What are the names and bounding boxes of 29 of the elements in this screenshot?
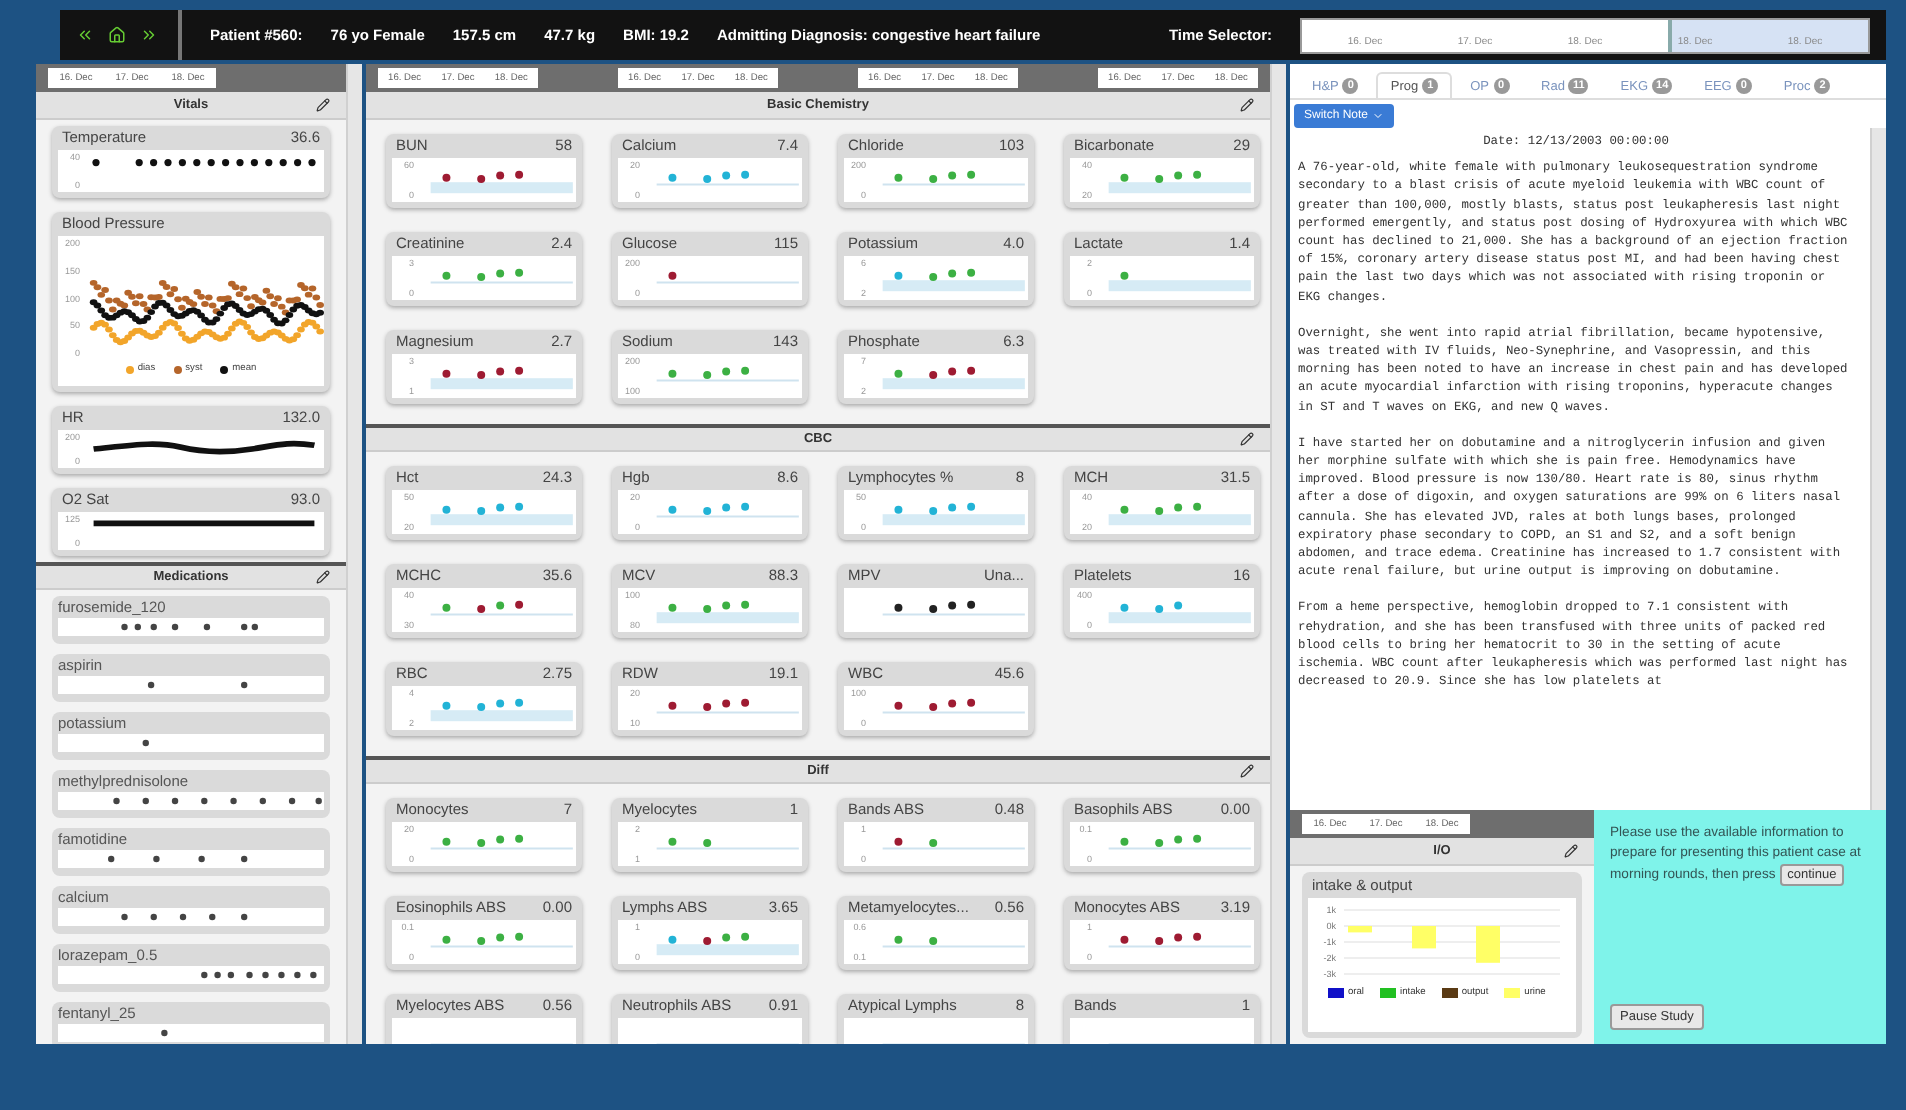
normal-range-band	[1108, 514, 1251, 526]
normal-range-band	[656, 944, 799, 956]
normal-range-band	[1108, 182, 1251, 194]
pencil-icon[interactable]	[1240, 764, 1254, 778]
normal-range-band	[656, 612, 799, 624]
normal-range-band	[1108, 612, 1251, 624]
bar	[1348, 926, 1372, 933]
normal-range-band	[430, 710, 573, 722]
double-chevron-left-icon	[76, 26, 94, 44]
pencil-icon[interactable]	[316, 570, 330, 584]
bar	[1476, 926, 1500, 963]
home-icon	[108, 26, 126, 44]
normal-range-band	[430, 182, 573, 194]
normal-range-band	[430, 378, 573, 390]
normal-range-band	[430, 514, 573, 526]
home-button[interactable]	[108, 26, 126, 44]
forward-button[interactable]	[140, 26, 158, 44]
normal-range-band	[882, 514, 1025, 526]
pencil-icon[interactable]	[1240, 98, 1254, 112]
back-button[interactable]	[76, 26, 94, 44]
caret-icon	[1372, 110, 1385, 122]
double-chevron-right-icon	[140, 26, 158, 44]
pencil-icon[interactable]	[316, 98, 330, 112]
normal-range-band	[882, 280, 1025, 292]
normal-range-band	[1108, 280, 1251, 292]
pencil-icon[interactable]	[1240, 432, 1254, 446]
normal-range-band	[882, 378, 1025, 390]
bar	[1412, 926, 1436, 949]
pencil-icon[interactable]	[1564, 844, 1578, 858]
